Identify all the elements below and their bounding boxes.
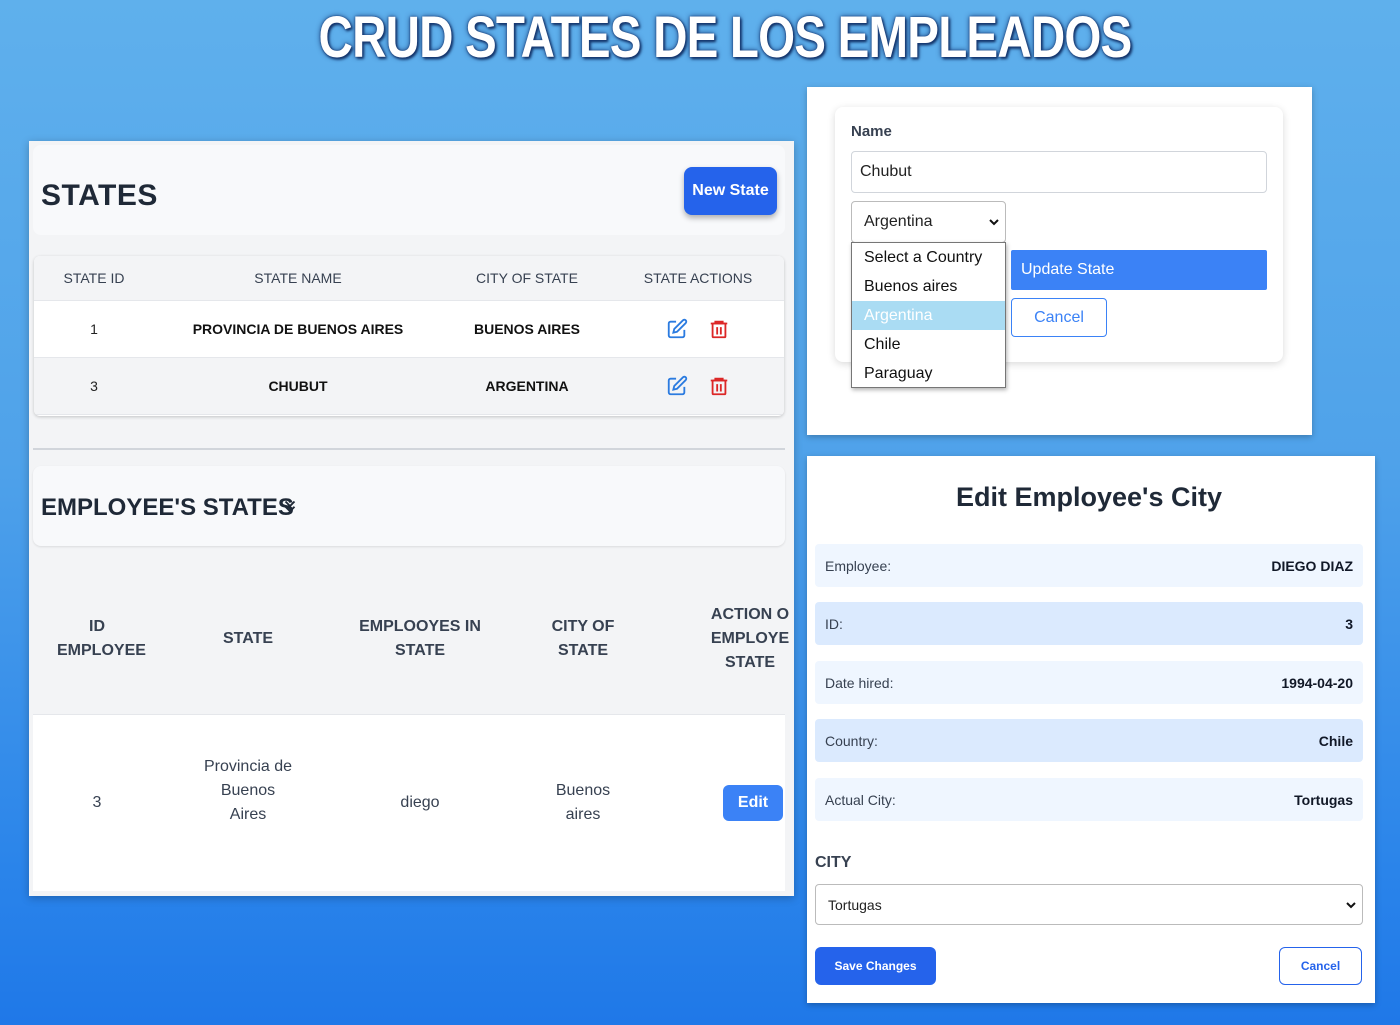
info-label: Date hired: — [825, 674, 894, 691]
country-select-value: Argentina — [864, 213, 933, 230]
state-actions — [612, 375, 784, 397]
states-panel: STATES New State STATE ID STATE NAME CIT… — [29, 141, 794, 896]
section-divider — [33, 448, 785, 450]
info-value: Chile — [1318, 732, 1353, 749]
info-value: 3 — [1345, 615, 1353, 632]
modal-title: Edit Employee's City — [956, 482, 1222, 512]
info-row-actual-city: Actual City: Tortugas — [815, 778, 1363, 821]
dropdown-option[interactable]: Chile — [852, 330, 1005, 359]
name-label: Name — [851, 123, 892, 140]
employee-states-header[interactable]: EMPLOYEE'S STATES — [33, 466, 785, 546]
employee-city: Buenos aires — [555, 782, 611, 823]
country-dropdown: Select a Country Buenos aires Argentina … — [851, 242, 1006, 388]
state-id: 3 — [90, 378, 98, 394]
employee-states-title: EMPLOYEE'S STATES — [41, 494, 294, 521]
info-row-date-hired: Date hired: 1994-04-20 — [815, 661, 1363, 704]
table-row: 1 PROVINCIA DE BUENOS AIRES BUENOS AIRES — [34, 301, 784, 358]
city-select-value: Tortugas — [828, 896, 882, 913]
employee-table-header: ID EMPLOYEE STATE EMPLOOYES IN STATE CIT… — [33, 566, 789, 714]
cancel-button[interactable]: Cancel — [1279, 947, 1362, 985]
info-value: Tortugas — [1294, 791, 1353, 808]
table-row: 3 Provincia de Buenos Aires diego Buenos… — [33, 714, 785, 891]
states-table: STATE ID STATE NAME CITY OF STATE STATE … — [34, 256, 784, 416]
column-header: CITY OF STATE — [476, 270, 578, 286]
cancel-button[interactable]: Cancel — [1011, 298, 1107, 337]
info-label: ID: — [825, 615, 843, 632]
dropdown-option-selected[interactable]: Argentina — [852, 301, 1005, 330]
update-state-label: Update State — [1021, 261, 1115, 278]
info-row-country: Country: Chile — [815, 719, 1363, 762]
states-header: STATES New State — [33, 145, 785, 235]
info-row-id: ID: 3 — [815, 602, 1363, 645]
trash-icon[interactable] — [708, 318, 730, 340]
edit-icon[interactable] — [666, 375, 688, 397]
column-header: ID EMPLOYEE — [57, 618, 146, 659]
column-header: STATE ID — [63, 270, 125, 286]
states-table-header: STATE ID STATE NAME CITY OF STATE STATE … — [34, 256, 784, 301]
dropdown-option[interactable]: Buenos aires — [852, 272, 1005, 301]
city-label: CITY — [815, 854, 852, 871]
states-title: STATES — [41, 179, 158, 212]
page-title: CRUD STATES DE LOS EMPLEADOS — [318, 5, 1133, 70]
edit-icon[interactable] — [666, 318, 688, 340]
column-header: STATE NAME — [254, 270, 342, 286]
state-name: PROVINCIA DE BUENOS AIRES — [192, 321, 404, 337]
save-changes-button[interactable]: Save Changes — [815, 947, 936, 985]
dropdown-option[interactable]: Paraguay — [852, 359, 1005, 388]
info-label: Employee: — [825, 557, 892, 574]
employee-id: 3 — [92, 794, 102, 811]
edit-city-modal: Edit Employee's City Employee: DIEGO DIA… — [807, 456, 1375, 1003]
chevron-down-icon — [989, 219, 999, 226]
column-header: EMPLOOYES IN STATE — [359, 618, 481, 659]
employee-name: diego — [400, 794, 440, 811]
state-actions — [612, 318, 784, 340]
state-city: BUENOS AIRES — [473, 321, 581, 337]
trash-icon[interactable] — [708, 375, 730, 397]
dropdown-option[interactable]: Select a Country — [852, 243, 1005, 272]
new-state-button[interactable]: New State — [684, 167, 777, 215]
state-name-input[interactable] — [851, 151, 1267, 193]
update-state-button[interactable]: Update State — [1011, 250, 1267, 290]
state-name: CHUBUT — [268, 378, 328, 394]
employee-state: Provincia de Buenos Aires — [203, 758, 293, 823]
column-header: CITY OF STATE — [551, 618, 615, 659]
state-id: 1 — [90, 321, 98, 337]
chevron-down-icon — [1346, 902, 1356, 909]
table-row: 3 CHUBUT ARGENTINA — [34, 358, 784, 415]
info-label: Country: — [825, 732, 878, 749]
country-select[interactable]: Argentina — [851, 201, 1006, 243]
city-select[interactable]: Tortugas — [815, 884, 1363, 925]
info-value: DIEGO DIAZ — [1271, 557, 1353, 574]
state-city: ARGENTINA — [485, 378, 569, 394]
column-header: ACTION O EMPLOYE STATE — [710, 606, 790, 671]
chevron-double-down-icon[interactable] — [281, 497, 299, 515]
edit-button[interactable]: Edit — [723, 785, 783, 821]
column-header: STATE — [222, 630, 274, 647]
column-header: STATE ACTIONS — [643, 270, 753, 286]
info-row-employee: Employee: DIEGO DIAZ — [815, 544, 1363, 587]
info-label: Actual City: — [825, 791, 896, 808]
info-value: 1994-04-20 — [1281, 674, 1353, 691]
employee-states-table: ID EMPLOYEE STATE EMPLOOYES IN STATE CIT… — [33, 566, 789, 891]
